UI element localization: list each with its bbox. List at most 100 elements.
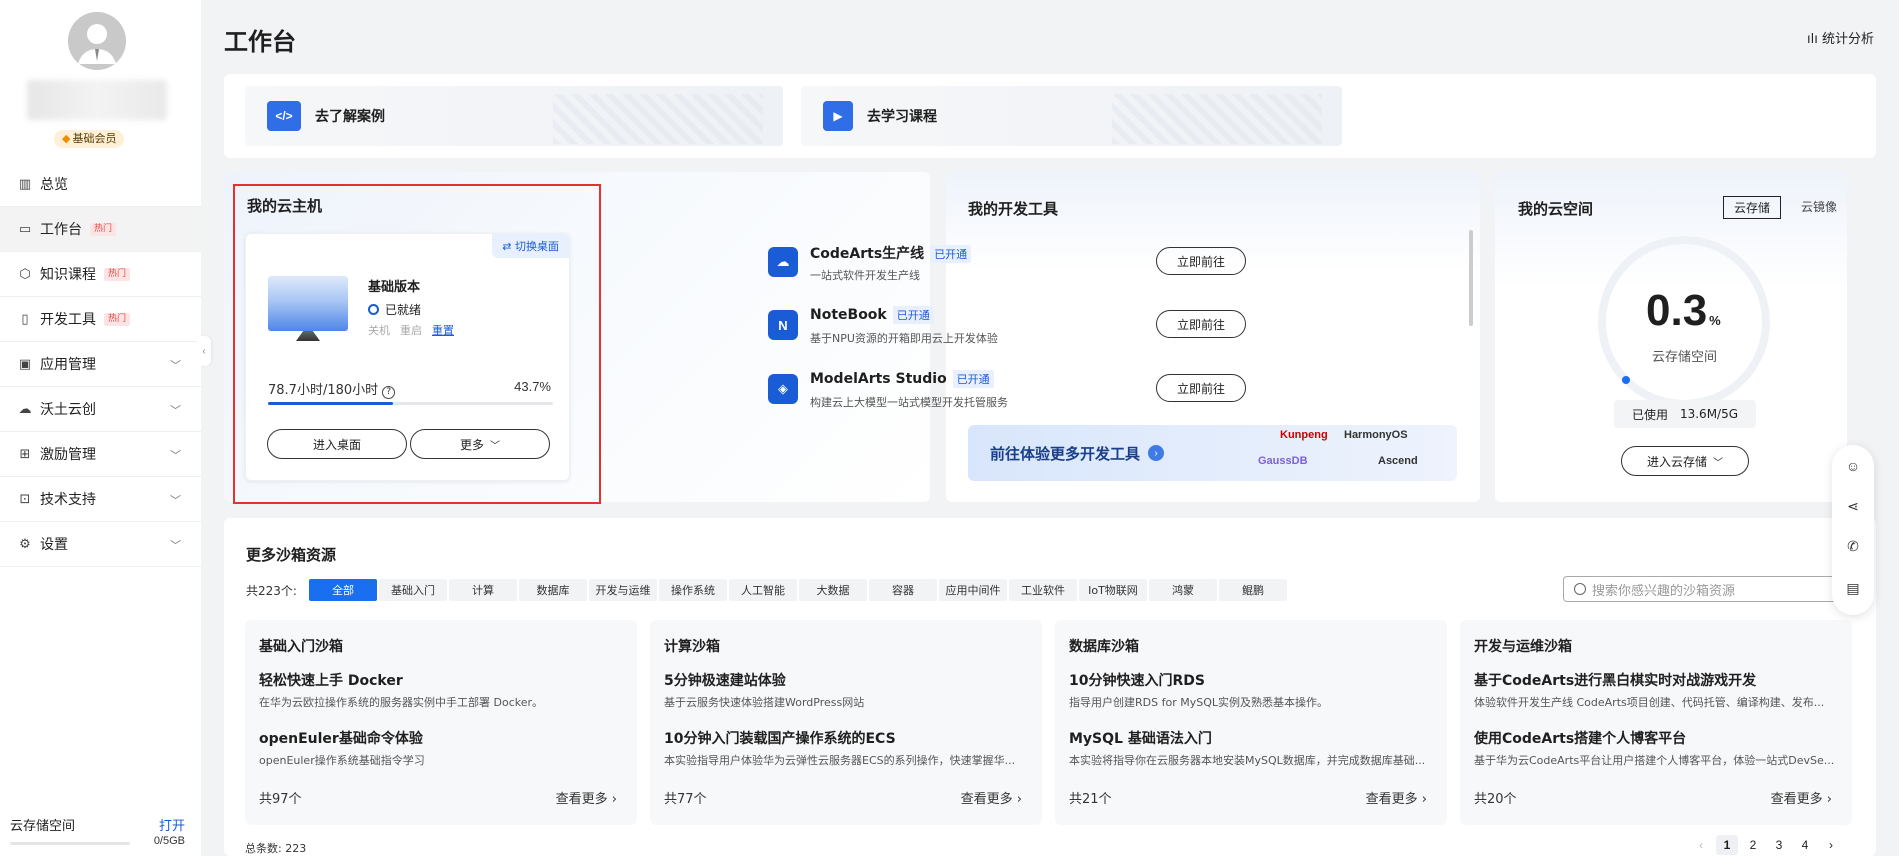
tool-name[interactable]: NoteBook 已开通 <box>810 306 934 324</box>
sidebar-item-settings[interactable]: ⚙ 设置 ﹀ <box>0 522 201 567</box>
stats-label: 统计分析 <box>1821 32 1874 47</box>
sidebar-item-courses[interactable]: ⬡ 知识课程 热门 <box>0 252 201 297</box>
sandbox-item-title[interactable]: 基于CodeArts进行黑白棋实时对战游戏开发 <box>1474 670 1756 690</box>
gear-icon: ⚙ <box>19 536 31 552</box>
chip-ai[interactable]: 人工智能 <box>728 579 797 601</box>
tool-name[interactable]: CodeArts生产线 已开通 <box>810 243 972 263</box>
sidebar-item-label: 激励管理 <box>40 447 96 463</box>
search-icon <box>1574 583 1586 595</box>
chip-bigdata[interactable]: 大数据 <box>798 579 867 601</box>
next-page-button[interactable]: › <box>1820 835 1842 855</box>
chevron-down-icon: ﹀ <box>170 539 181 552</box>
share-icon[interactable]: ⋖ <box>1844 497 1862 515</box>
sandbox-item-title[interactable]: 5分钟极速建站体验 <box>664 670 786 690</box>
view-more-link[interactable]: 查看更多 › <box>961 788 1022 807</box>
storage-open-link[interactable]: 打开 <box>159 815 185 834</box>
smile-feedback-icon[interactable]: ☺ <box>1844 457 1862 475</box>
devtools-scrollbar[interactable] <box>1469 230 1473 326</box>
sidebar-item-support[interactable]: ⊡ 技术支持 ﹀ <box>0 477 201 522</box>
sandbox-item-title[interactable]: 使用CodeArts搭建个人博客平台 <box>1474 728 1686 748</box>
pagination: ‹ 1 2 3 4 › <box>1690 835 1846 855</box>
phone-icon[interactable]: ✆ <box>1844 537 1862 555</box>
chip-compute[interactable]: 计算 <box>448 579 517 601</box>
chip-basics[interactable]: 基础入门 <box>378 579 447 601</box>
sidebar-item-workbench[interactable]: ▭ 工作台 热门 <box>0 207 201 252</box>
tab-cloud-storage[interactable]: 云存储 <box>1723 196 1782 219</box>
chevron-right-icon: › <box>1826 792 1832 807</box>
sandbox-category-card: 基础入门沙箱 轻松快速上手 Docker 在华为云欧拉操作系统的服务器实例中手工… <box>245 620 637 825</box>
view-more-link[interactable]: 查看更多 › <box>1366 788 1427 807</box>
page-button[interactable]: 2 <box>1742 835 1764 855</box>
sandbox-search-input[interactable]: 搜索你感兴趣的沙箱资源 <box>1563 576 1848 602</box>
sandbox-item-desc: 指导用户创建RDS for MySQL实例及熟悉基本操作。 <box>1069 696 1328 709</box>
survey-icon[interactable]: ▤ <box>1844 579 1862 597</box>
sidebar-item-label: 开发工具 <box>40 312 96 328</box>
chevron-down-icon: ﹀ <box>170 449 181 462</box>
chip-harmony[interactable]: 鸿蒙 <box>1148 579 1217 601</box>
more-devtools-banner[interactable]: 前往体验更多开发工具 › Kunpeng HarmonyOS GaussDB A… <box>968 425 1457 481</box>
chevron-right-icon: › <box>611 792 617 807</box>
sandbox-item-title[interactable]: MySQL 基础语法入门 <box>1069 728 1212 748</box>
sandbox-category-title: 计算沙箱 <box>664 639 720 655</box>
sandbox-category-total: 共77个 <box>664 792 707 807</box>
code-file-icon: ▯ <box>21 311 29 327</box>
tab-cloud-image[interactable]: 云镜像 <box>1791 196 1847 219</box>
chip-os[interactable]: 操作系统 <box>658 579 727 601</box>
course-banner[interactable]: ▶ 去学习课程 <box>801 86 1342 146</box>
codearts-icon: ☁ <box>768 247 798 277</box>
stats-link[interactable]: ılı 统计分析 <box>1807 28 1874 47</box>
sidebar-item-label: 技术支持 <box>40 492 96 508</box>
member-badge: ◆ 基础会员 <box>54 130 125 148</box>
sidebar-item-devtools[interactable]: ▯ 开发工具 热门 <box>0 297 201 342</box>
sidebar-item-apps[interactable]: ▣ 应用管理 ﹀ <box>0 342 201 387</box>
sandbox-item-title[interactable]: 轻松快速上手 Docker <box>259 670 403 690</box>
storage-progress <box>10 842 130 845</box>
go-now-button[interactable]: 立即前往 <box>1156 310 1246 338</box>
sidebar-item-incentive[interactable]: ⊞ 激励管理 ﹀ <box>0 432 201 477</box>
page-button[interactable]: 4 <box>1794 835 1816 855</box>
sidebar-item-overview[interactable]: ▥ 总览 <box>0 162 201 207</box>
case-banner[interactable]: </> 去了解案例 <box>245 86 783 146</box>
chip-iot[interactable]: IoT物联网 <box>1078 579 1147 601</box>
storage-ring-marker <box>1622 376 1630 384</box>
chip-devops[interactable]: 开发与运维 <box>588 579 657 601</box>
view-more-link[interactable]: 查看更多 › <box>1771 788 1832 807</box>
go-now-button[interactable]: 立即前往 <box>1156 247 1246 275</box>
page-button[interactable]: 1 <box>1716 835 1738 855</box>
tool-name-text: CodeArts生产线 <box>810 246 925 262</box>
sandbox-item-title[interactable]: 10分钟快速入门RDS <box>1069 670 1205 690</box>
prev-page-button[interactable]: ‹ <box>1690 835 1712 855</box>
apps-icon: ▣ <box>18 356 32 372</box>
sandbox-category-total: 共97个 <box>259 792 302 807</box>
sandbox-item-desc: 体验软件开发生产线 CodeArts项目创建、代码托管、编译构建、发布... <box>1474 696 1825 709</box>
sandbox-filter-chips: 共223个: 全部 基础入门 计算 数据库 开发与运维 操作系统 人工智能 大数… <box>246 579 1289 601</box>
opened-badge: 已开通 <box>952 370 994 388</box>
hot-badge: 热门 <box>90 222 117 236</box>
sidebar-item-label: 沃土云创 <box>40 402 96 418</box>
enter-cloud-storage-button[interactable]: 进入云存储 ﹀ <box>1621 446 1749 476</box>
page-title: 工作台 <box>224 28 296 56</box>
used-value: 13.6M/5G <box>1679 407 1739 421</box>
chip-container[interactable]: 容器 <box>868 579 937 601</box>
tool-codearts: ☁ CodeArts生产线 已开通 一站式软件开发生产线 立即前往 <box>768 243 1268 293</box>
sandbox-item-title[interactable]: 10分钟入门装载国产操作系统的ECS <box>664 728 896 748</box>
tool-desc: 构建云上大模型一站式模型开发托管服务 <box>810 396 1008 409</box>
page-button[interactable]: 3 <box>1768 835 1790 855</box>
sandbox-item-title[interactable]: openEuler基础命令体验 <box>259 728 423 748</box>
user-avatar[interactable] <box>68 12 126 70</box>
sidebar-item-wotu[interactable]: ☁ 沃土云创 ﹀ <box>0 387 201 432</box>
go-now-button[interactable]: 立即前往 <box>1156 374 1246 402</box>
chip-all[interactable]: 全部 <box>308 579 377 601</box>
sandbox-item-desc: 在华为云欧拉操作系统的服务器实例中手工部署 Docker。 <box>259 696 544 709</box>
tool-name[interactable]: ModelArts Studio 已开通 <box>810 370 994 388</box>
sidebar-item-label: 知识课程 <box>40 267 96 283</box>
sandbox-category-card: 计算沙箱 5分钟极速建站体验 基于云服务快速体验搭建WordPress网站 10… <box>650 620 1042 825</box>
sidebar-nav: ▥ 总览 ▭ 工作台 热门 ⬡ 知识课程 热门 ▯ 开发工具 热门 ▣ 应用管理 ﹀ ☁ 沃土云创 ﹀… <box>0 162 201 567</box>
case-banner-label: 去了解案例 <box>315 109 385 125</box>
chip-industrial[interactable]: 工业软件 <box>1008 579 1077 601</box>
chip-middleware[interactable]: 应用中间件 <box>938 579 1007 601</box>
view-more-link[interactable]: 查看更多 › <box>556 788 617 807</box>
chip-kunpeng[interactable]: 鲲鹏 <box>1218 579 1287 601</box>
chip-database[interactable]: 数据库 <box>518 579 587 601</box>
course-banner-label: 去学习课程 <box>867 109 937 125</box>
